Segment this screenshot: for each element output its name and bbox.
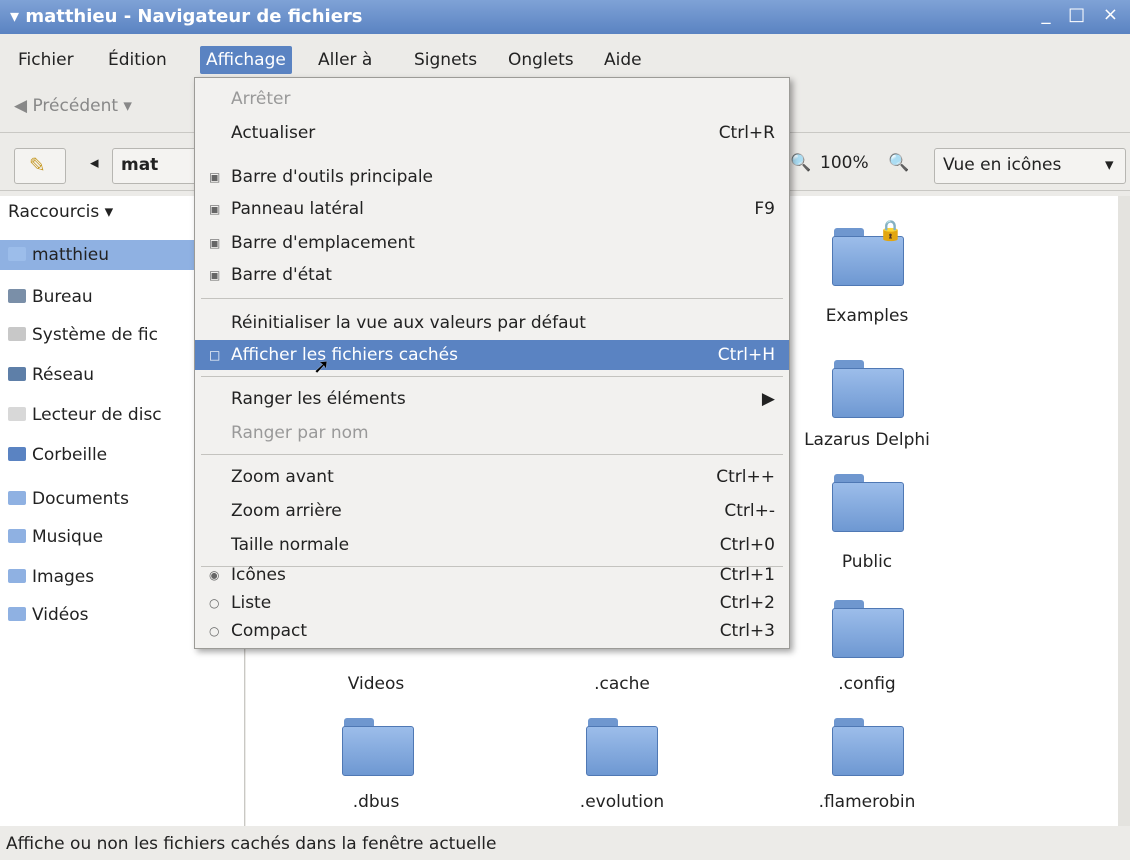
folder-icon[interactable] [832, 474, 904, 532]
window-controls[interactable]: _ □ × [1041, 4, 1124, 25]
folder-icon[interactable] [832, 718, 904, 776]
sidebar-item-images[interactable]: Images [8, 562, 94, 592]
menu-aller[interactable]: Aller à [312, 46, 378, 74]
folder-icon[interactable] [342, 718, 414, 776]
menu-item-barre-etat[interactable]: ▣ Barre d'état [195, 260, 789, 290]
folder-icon[interactable] [586, 718, 658, 776]
trash-icon [8, 447, 26, 461]
menu-item-icones[interactable]: ◉ Icônes Ctrl+1 [195, 560, 789, 590]
home-icon [8, 247, 26, 261]
radio-selected-icon: ◉ [209, 568, 220, 582]
file-label[interactable]: .evolution [522, 792, 722, 812]
menu-item-taille-normale[interactable]: Taille normale Ctrl+0 [195, 530, 789, 560]
sidebar-item-bureau[interactable]: Bureau [8, 282, 93, 312]
file-label[interactable]: .dbus [276, 792, 476, 812]
checkbox-icon: ▣ [209, 236, 221, 250]
menu-aide[interactable]: Aide [598, 46, 648, 74]
zoom-in-icon[interactable]: 🔍 [888, 153, 909, 173]
menu-separator [201, 298, 783, 299]
toggle-location-button[interactable]: ✎ [14, 148, 66, 184]
menu-item-compact[interactable]: ○ Compact Ctrl+3 [195, 616, 789, 646]
sidebar-item-corbeille[interactable]: Corbeille [8, 440, 107, 470]
menu-item-barre-emplacement[interactable]: ▣ Barre d'emplacement [195, 228, 789, 258]
zoom-out-icon[interactable]: 🔍 [790, 153, 811, 173]
folder-icon [8, 491, 26, 505]
menu-item-actualiser[interactable]: Actualiser Ctrl+R [195, 118, 789, 148]
sidebar-item-videos[interactable]: Vidéos [8, 600, 89, 630]
vertical-scrollbar[interactable] [1118, 196, 1130, 826]
checkbox-icon: ▣ [209, 170, 221, 184]
menu-item-ranger-nom[interactable]: Ranger par nom [195, 418, 789, 448]
menu-signets[interactable]: Signets [408, 46, 483, 74]
mouse-cursor-icon: ➚ [313, 354, 330, 378]
sidebar-item-reseau[interactable]: Réseau [8, 360, 94, 390]
menu-fichier[interactable]: Fichier [12, 46, 80, 74]
window-title: ▾ matthieu - Navigateur de fichiers [10, 6, 363, 27]
menu-item-liste[interactable]: ○ Liste Ctrl+2 [195, 588, 789, 618]
path-left-arrow-icon[interactable]: ◂ [90, 153, 99, 173]
menu-item-panneau-lateral[interactable]: ▣ Panneau latéral F9 [195, 194, 789, 224]
menu-item-ranger-elements[interactable]: Ranger les éléments ▶ [195, 384, 789, 414]
status-bar: Affiche ou non les fichiers cachés dans … [6, 834, 497, 854]
menu-separator [201, 454, 783, 455]
file-label[interactable]: Examples [767, 306, 967, 326]
sidebar-header[interactable]: Raccourcis ▾ [8, 202, 113, 222]
file-label[interactable]: .cache [522, 674, 722, 694]
menu-separator [201, 376, 783, 377]
sidebar-item-documents[interactable]: Documents [8, 484, 129, 514]
menu-item-fichiers-caches[interactable]: □ Afficher les fichiers cachés Ctrl+H [195, 340, 789, 370]
folder-icon[interactable] [832, 360, 904, 418]
chevron-down-icon: ▾ [1105, 155, 1114, 175]
title-bar[interactable]: ▾ matthieu - Navigateur de fichiers _ □ … [0, 0, 1130, 34]
path-button-home[interactable]: mat [112, 148, 204, 184]
file-label[interactable]: Videos [276, 674, 476, 694]
back-arrow-icon: ◀ [14, 96, 28, 116]
sidebar-item-lecteur[interactable]: Lecteur de disc [8, 400, 162, 430]
zoom-level[interactable]: 100% [820, 153, 869, 173]
sidebar-item-systeme[interactable]: Système de fic [8, 320, 158, 350]
menu-item-shortcut: Ctrl+3 [719, 621, 775, 641]
affichage-menu: Arrêter Actualiser Ctrl+R ▣ Barre d'outi… [194, 77, 790, 649]
submenu-arrow-icon: ▶ [761, 389, 775, 409]
file-label[interactable]: Public [767, 552, 967, 572]
sidebar-item-musique[interactable]: Musique [8, 522, 103, 552]
menu-bar: Fichier Édition Affichage Aller à Signet… [0, 40, 1130, 78]
menu-item-reinitialiser[interactable]: Réinitialiser la vue aux valeurs par déf… [195, 308, 789, 338]
menu-affichage[interactable]: Affichage [200, 46, 292, 74]
view-mode-select[interactable]: Vue en icônes ▾ [934, 148, 1126, 184]
back-button[interactable]: ◀ Précédent ▾ [14, 96, 132, 116]
menu-item-zoom-avant[interactable]: Zoom avant Ctrl++ [195, 462, 789, 492]
file-label[interactable]: Lazarus Delphi [767, 430, 967, 450]
checkbox-icon: □ [209, 348, 221, 362]
checkbox-icon: ▣ [209, 268, 221, 282]
file-label[interactable]: .config [767, 674, 967, 694]
drive-icon [8, 407, 26, 421]
radio-icon: ○ [209, 624, 220, 638]
edit-location-icon: ✎ [29, 153, 46, 177]
menu-item-label: Compact [231, 621, 308, 641]
menu-item-barre-outils[interactable]: ▣ Barre d'outils principale [195, 162, 789, 192]
lock-icon: 🔒 [878, 218, 903, 242]
folder-icon[interactable] [832, 600, 904, 658]
menu-edition[interactable]: Édition [102, 46, 173, 74]
file-label[interactable]: .flamerobin [767, 792, 967, 812]
radio-icon: ○ [209, 596, 220, 610]
menu-onglets[interactable]: Onglets [502, 46, 580, 74]
folder-icon [8, 529, 26, 543]
network-icon [8, 367, 26, 381]
drive-icon [8, 327, 26, 341]
folder-icon [8, 569, 26, 583]
checkbox-icon: ▣ [209, 202, 221, 216]
menu-item-arreter[interactable]: Arrêter [195, 84, 789, 114]
desktop-icon [8, 289, 26, 303]
menu-item-zoom-arriere[interactable]: Zoom arrière Ctrl+- [195, 496, 789, 526]
folder-icon [8, 607, 26, 621]
